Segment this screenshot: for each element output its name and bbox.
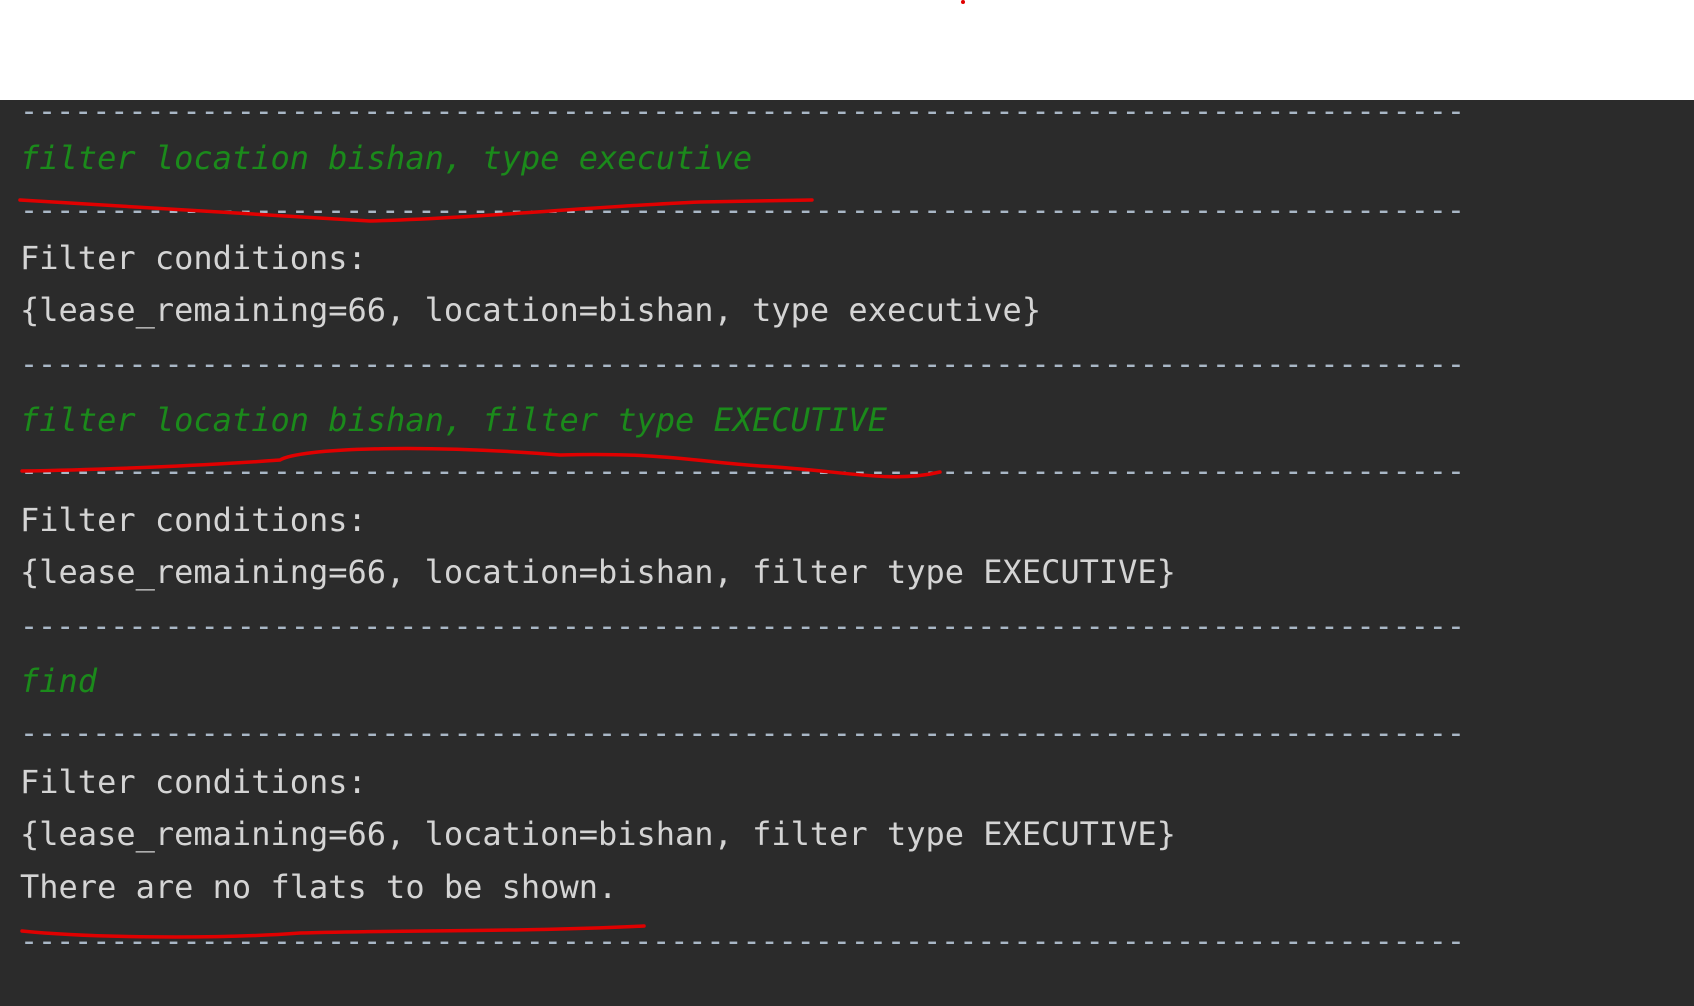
filter-conditions-value: {lease_remaining=66, location=bishan, fi… — [20, 815, 1176, 853]
filter-conditions-label: Filter conditions: — [20, 501, 367, 539]
filter-conditions-value: {lease_remaining=66, location=bishan, ty… — [20, 291, 1042, 329]
separator-line: ----------------------------------------… — [20, 609, 1465, 644]
filter-conditions-label: Filter conditions: — [20, 239, 367, 277]
separator-line: ----------------------------------------… — [20, 193, 1465, 228]
filter-conditions-label: Filter conditions: — [20, 763, 367, 801]
command-line: filter location bishan, filter type EXEC… — [20, 401, 887, 439]
separator-line: ----------------------------------------… — [20, 924, 1465, 959]
red-dot-mark — [961, 0, 965, 4]
separator-line: ----------------------------------------… — [20, 94, 1465, 129]
command-line: filter location bishan, type executive — [20, 139, 753, 177]
top-blank-area — [0, 0, 1694, 100]
command-line: find — [20, 662, 98, 700]
separator-line: ----------------------------------------… — [20, 347, 1465, 382]
console-output[interactable]: ----------------------------------------… — [0, 94, 1694, 1006]
result-message: There are no flats to be shown. — [20, 868, 618, 906]
separator-line: ----------------------------------------… — [20, 454, 1465, 489]
separator-line: ----------------------------------------… — [20, 716, 1465, 751]
filter-conditions-value: {lease_remaining=66, location=bishan, fi… — [20, 553, 1176, 591]
